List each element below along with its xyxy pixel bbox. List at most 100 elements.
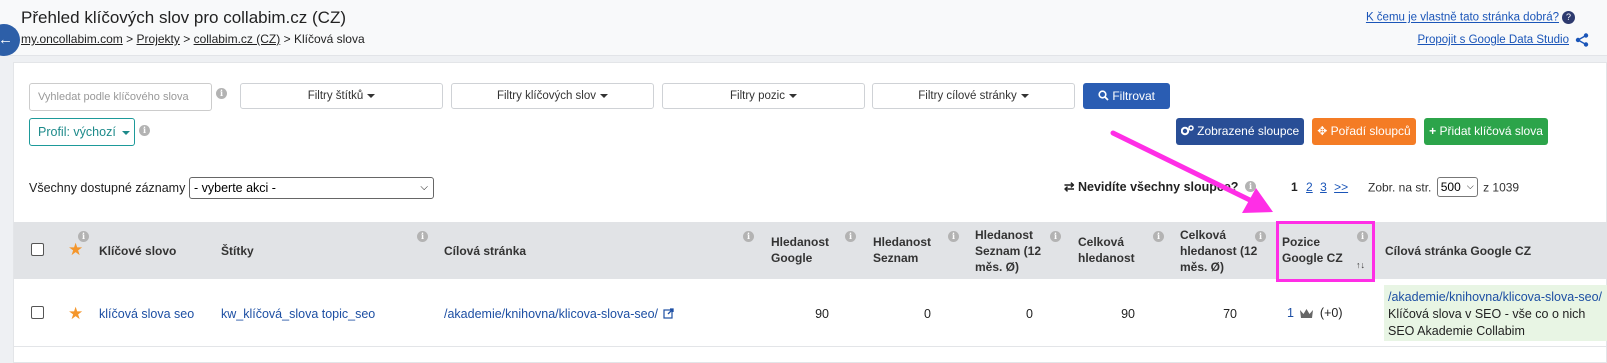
landing-page-link[interactable]: /akademie/knihovna/klicova-slova-seo/ (444, 307, 675, 321)
positions-filter-dropdown[interactable]: Filtry pozic (662, 83, 865, 109)
position-change: (+0) (1319, 306, 1343, 320)
swap-arrows-icon: ⇄ (1064, 180, 1075, 194)
page-link[interactable]: 3 (1320, 180, 1327, 194)
add-keywords-label: Přidat klíčová slova (1439, 124, 1543, 138)
position-cell: 1 (+0) (1287, 306, 1343, 320)
column-landing-google[interactable]: Cílová stránka Google CZ (1385, 243, 1531, 259)
keywords-filter-dropdown[interactable]: Filtry klíčových slov (451, 83, 654, 109)
google-landing-site: SEO Akademie Collabim (1388, 324, 1525, 338)
column-search-seznam-12m[interactable]: Hledanost Seznam (12 měs. Ø) (975, 227, 1055, 275)
search-seznam-cell: 0 (924, 307, 931, 321)
caret-down-icon (367, 93, 376, 98)
plus-icon: + (1429, 124, 1437, 138)
select-all-checkbox[interactable] (31, 243, 44, 256)
page-current: 1 (1291, 180, 1298, 194)
breadcrumb-separator: > (126, 32, 134, 46)
question-icon: ? (1562, 11, 1575, 24)
info-icon: i (845, 231, 856, 242)
page-title: Přehled klíčových slov pro collabim.cz (… (21, 8, 346, 27)
share-icon[interactable] (1575, 33, 1589, 47)
column-keyword[interactable]: Klíčové slovo (99, 243, 176, 259)
filter-submit-button[interactable]: Filtrovat (1083, 83, 1170, 109)
columns-hint[interactable]: ⇄ Nevidíte všechny sloupce? (1064, 179, 1238, 194)
tags-cell[interactable]: kw_klíčová_slova topic_seo (221, 307, 375, 321)
table-row: ★ klíčová slova seo kw_klíčová_slova top… (14, 279, 1607, 347)
google-landing-link[interactable]: /akademie/knihovna/klicova-slova-seo/ (1388, 289, 1604, 306)
info-icon: i (139, 125, 150, 136)
columns-hint-label: Nevidíte všechny sloupce? (1077, 180, 1239, 194)
keyword-cell[interactable]: klíčová slova seo (99, 307, 194, 321)
external-link-icon (663, 308, 675, 319)
column-total-search-12m[interactable]: Celková hledanost (12 měs. Ø) (1180, 227, 1260, 275)
total-count: z 1039 (1483, 180, 1520, 195)
profile-dropdown[interactable]: Profil: výchozí (29, 118, 135, 146)
google-landing-title: Klíčová slova v SEO - vše co o nich (1388, 307, 1586, 321)
column-total-search[interactable]: Celková hledanost (1078, 234, 1148, 266)
bulk-action-value: - vyberte akci - (194, 181, 276, 195)
column-landing-page[interactable]: Cílová stránka (444, 243, 526, 259)
breadcrumb-separator: > (183, 32, 191, 46)
gears-icon (1180, 125, 1194, 136)
total-search-12m-cell: 70 (1223, 307, 1237, 321)
caret-down-icon (600, 93, 609, 98)
bulk-action-select[interactable]: - vyberte akci - ⌵ (189, 177, 434, 199)
caret-down-icon (121, 130, 130, 135)
column-order-button[interactable]: ✥ Pořadí sloupců (1312, 118, 1416, 145)
column-search-seznam[interactable]: Hledanost Seznam (873, 234, 943, 266)
info-icon: i (78, 231, 89, 242)
all-records-label: Všechny dostupné záznamy (29, 181, 186, 195)
page-next[interactable]: >> (1334, 180, 1348, 194)
column-tags[interactable]: Štítky (221, 243, 254, 259)
chevron-down-icon: ⌵ (1466, 181, 1474, 191)
row-checkbox[interactable] (31, 306, 44, 319)
chevron-down-icon: ⌵ (420, 182, 428, 193)
tags-filter-dropdown[interactable]: Filtry štítků (240, 83, 443, 109)
help-link[interactable]: K čemu je vlastně tato stránka dobrá?? (1366, 11, 1575, 24)
info-icon: i (1050, 231, 1061, 242)
page-link[interactable]: 2 (1306, 180, 1313, 194)
arrow-left-icon: ← (0, 31, 13, 48)
filter-submit-label: Filtrovat (1112, 89, 1156, 103)
column-search-google[interactable]: Hledanost Google (771, 234, 841, 266)
caret-down-icon (1020, 93, 1029, 98)
info-icon: i (417, 231, 428, 242)
breadcrumb-projects[interactable]: Projekty (137, 32, 180, 46)
back-button[interactable]: ← (0, 24, 20, 56)
star-icon[interactable]: ★ (68, 305, 83, 322)
landing-filter-dropdown[interactable]: Filtry cílové stránky (872, 83, 1075, 109)
tags-filter-label: Filtry štítků (307, 90, 364, 102)
page-header: ← Přehled klíčových slov pro collabim.cz… (0, 0, 1607, 56)
search-seznam-12m-cell: 0 (1026, 307, 1033, 321)
total-search-cell: 90 (1121, 307, 1135, 321)
pagination: 1 2 3 >> (1291, 180, 1352, 194)
displayed-columns-button[interactable]: Zobrazené sloupce (1176, 118, 1304, 145)
star-icon[interactable]: ★ (68, 241, 83, 258)
per-page-value: 500 (1440, 180, 1461, 194)
breadcrumb-project[interactable]: collabim.cz (CZ) (194, 32, 281, 46)
breadcrumb: my.oncollabim.com > Projekty > collabim.… (21, 32, 365, 46)
move-icon: ✥ (1317, 124, 1328, 138)
landing-filter-label: Filtry cílové stránky (918, 90, 1017, 102)
column-order-label: Pořadí sloupců (1330, 124, 1411, 138)
google-landing-cell: /akademie/knihovna/klicova-slova-seo/ Kl… (1384, 285, 1607, 341)
search-google-cell: 90 (815, 307, 829, 321)
position-column-highlight (1276, 221, 1375, 282)
add-keywords-button[interactable]: + Přidat klíčová slova (1424, 118, 1548, 145)
google-data-studio-link[interactable]: Propojit s Google Data Studio (1417, 34, 1569, 46)
per-page-select[interactable]: 500 ⌵ (1436, 177, 1478, 197)
keywords-filter-label: Filtry klíčových slov (496, 90, 597, 102)
landing-page-url: /akademie/knihovna/klicova-slova-seo/ (444, 307, 658, 321)
info-icon: i (1245, 181, 1256, 192)
profile-label: Profil: výchozí (38, 125, 116, 139)
info-icon: i (743, 231, 754, 242)
breadcrumb-separator: > (283, 32, 291, 46)
breadcrumb-home[interactable]: my.oncollabim.com (21, 32, 123, 46)
positions-filter-label: Filtry pozic (730, 90, 785, 102)
per-page-label: Zobr. na str. (1368, 180, 1432, 195)
position-value[interactable]: 1 (1287, 306, 1294, 320)
breadcrumb-current: Klíčová slova (293, 32, 365, 46)
keyword-search-input[interactable]: Vyhledat podle klíčového slova (29, 83, 212, 111)
info-icon: i (948, 231, 959, 242)
crown-icon (1300, 309, 1314, 319)
per-page-control: Zobr. na str. 500 ⌵ z 1039 (1368, 177, 1520, 197)
